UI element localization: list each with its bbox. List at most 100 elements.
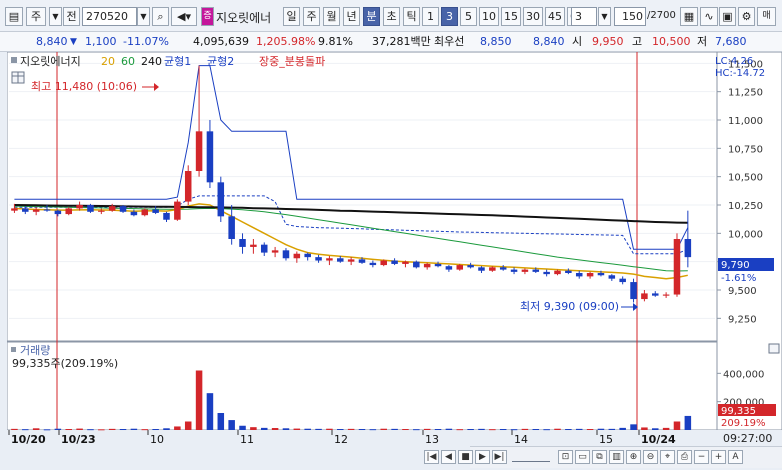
interval-button-5[interactable]: 5	[460, 7, 477, 26]
volume-bar	[326, 428, 333, 430]
volume-bar	[467, 429, 474, 431]
chart-type-icon[interactable]: ▥	[609, 450, 624, 464]
period-button-2[interactable]: 월	[323, 7, 340, 26]
nav-prev-icon[interactable]: ◀	[441, 450, 456, 464]
grid-icon[interactable]: ▦	[680, 7, 698, 26]
interval-button-45[interactable]: 45	[545, 7, 565, 26]
candle-body	[499, 267, 507, 270]
search-icon[interactable]: ⌕	[152, 7, 169, 26]
prev-button[interactable]: 전	[63, 7, 80, 26]
volume-bar	[315, 428, 322, 430]
side-tab-button[interactable]: 매	[757, 7, 776, 26]
collapse-icon[interactable]	[768, 343, 780, 354]
font-icon[interactable]: A	[728, 450, 743, 464]
nav-last-icon[interactable]: ▶|	[492, 450, 507, 464]
period-button-0[interactable]: 일	[283, 7, 300, 26]
nav-first-icon[interactable]: |◀	[424, 450, 439, 464]
market-dropdown-icon[interactable]: ▼	[49, 7, 62, 26]
zoom-fit-icon[interactable]: ⊡	[558, 450, 573, 464]
pref-label: 최우선	[434, 35, 465, 48]
volume-bar	[575, 428, 583, 430]
zoom-window-icon[interactable]: ▭	[575, 450, 590, 464]
chart-navigation: |◀ ◀ ■ ▶ ▶| ⊡ ▭ ⧉ ▥ ⊕ ⊖ ⌖ ⎙ − + A	[424, 446, 782, 468]
volume-bar	[304, 428, 311, 430]
volume-bar	[478, 428, 485, 430]
candle-body	[206, 131, 214, 183]
candle-body	[271, 250, 279, 253]
interval-button-30[interactable]: 30	[523, 7, 543, 26]
volume-bar	[684, 415, 692, 430]
ask-price: 8,850	[480, 35, 512, 48]
volume-bar	[76, 428, 83, 430]
period-button-5[interactable]: 초	[383, 7, 400, 26]
nav-stop-icon[interactable]: ■	[458, 450, 473, 464]
volume-bar	[434, 429, 442, 431]
y-tick-label: 10,500	[728, 173, 763, 184]
time-label: 09:27:00	[723, 432, 772, 445]
interval-button-10[interactable]: 10	[479, 7, 499, 26]
volume-value: 4,095,639	[193, 35, 249, 48]
volume-bar	[271, 428, 279, 430]
zoom-out-icon[interactable]: ⊖	[643, 450, 658, 464]
menu-icon[interactable]: ▤	[5, 7, 23, 26]
wave-icon[interactable]: ∿	[700, 7, 718, 26]
candle-body	[489, 267, 496, 271]
code-input[interactable]: 270520	[82, 7, 137, 26]
candle-body	[76, 205, 83, 209]
period-button-3[interactable]: 년	[343, 7, 360, 26]
interval-button-3[interactable]: 3	[441, 7, 458, 26]
y-tick-label: 9,250	[728, 314, 757, 325]
price-tag-pct: -1.61%	[721, 273, 756, 284]
candle-body	[434, 263, 442, 267]
volume-bar	[174, 426, 181, 430]
period-button-4[interactable]: 분	[363, 7, 380, 26]
down-arrow-icon: ▼	[70, 37, 77, 47]
period-button-6[interactable]: 틱	[403, 7, 420, 26]
interval-value[interactable]: 3	[571, 7, 597, 26]
x-tick-label: 11	[240, 433, 254, 446]
high-annotation: 최고 11,480 (10:06)	[31, 80, 137, 93]
magnet-icon[interactable]: ⌖	[660, 450, 675, 464]
candle-body	[228, 216, 235, 239]
copy-icon[interactable]: ⧉	[592, 450, 607, 464]
lc-indicator: LC:4.26	[715, 56, 753, 67]
y-tick-label: 10,000	[728, 229, 763, 240]
volume-bar	[608, 428, 616, 430]
candle-body	[54, 210, 62, 215]
candle-body	[521, 269, 529, 272]
candle-body	[684, 239, 692, 258]
interval-dropdown-icon[interactable]: ▼	[598, 7, 611, 26]
font-larger-icon[interactable]: +	[711, 450, 726, 464]
speaker-icon[interactable]: ◀▾	[171, 7, 197, 26]
nav-next-icon[interactable]: ▶	[475, 450, 490, 464]
zoom-in-icon[interactable]: ⊕	[626, 450, 641, 464]
candlestick-chart[interactable]: 11,50011,25011,00010,75010,50010,25010,0…	[7, 52, 782, 470]
y-tick-label: 10,250	[728, 201, 763, 212]
interval-button-1[interactable]: 1	[422, 7, 439, 26]
change-value: 1,100	[85, 35, 117, 48]
low-annotation: 최저 9,390 (09:00)	[520, 300, 619, 313]
font-smaller-icon[interactable]: −	[694, 450, 709, 464]
candle-body	[98, 210, 105, 212]
print-icon[interactable]: ⎙	[677, 450, 692, 464]
x-tick-label: 10/24	[641, 433, 676, 446]
zoom-slider[interactable]	[512, 452, 550, 462]
bar-count-input[interactable]: 150	[614, 7, 646, 26]
candle-body	[282, 250, 290, 259]
candle-body	[630, 282, 637, 300]
gear-icon[interactable]: ⚙	[738, 7, 755, 26]
volume-bar	[293, 428, 301, 430]
save-icon[interactable]: ▣	[719, 7, 736, 26]
volume-bar	[673, 421, 681, 430]
period-button-1[interactable]: 주	[303, 7, 320, 26]
volume-bar	[565, 429, 572, 431]
code-dropdown-icon[interactable]: ▼	[137, 7, 150, 26]
volume-bar	[228, 420, 235, 430]
legend-ma60: 60	[121, 55, 135, 68]
interval-button-15[interactable]: 15	[501, 7, 521, 26]
candle-body	[239, 239, 246, 247]
legend-bal1: 균형1	[164, 55, 191, 68]
market-select[interactable]: 주	[26, 7, 46, 26]
volume-bar	[195, 370, 203, 430]
volume-title: 거래량	[20, 344, 50, 357]
